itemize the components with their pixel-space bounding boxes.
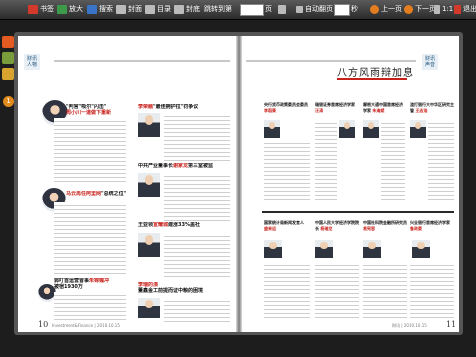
checkbox-icon bbox=[296, 6, 303, 13]
article-body bbox=[54, 292, 126, 322]
news-photo bbox=[138, 298, 160, 318]
page-jump-input[interactable] bbox=[240, 3, 264, 16]
quote-body bbox=[428, 120, 454, 202]
bookmark-button[interactable]: 书签 bbox=[28, 3, 54, 16]
news-photo bbox=[138, 113, 160, 137]
quote-source: 中国人民大学经济学院院长 杨瑞龙 bbox=[315, 220, 359, 231]
quote-source: 兴业银行首席经济学家 鲁政委 bbox=[410, 220, 450, 231]
headline-underline bbox=[337, 78, 407, 80]
expert-photo bbox=[412, 240, 430, 258]
quote-body bbox=[381, 120, 405, 202]
article-title: 中共产业董事长谢家龙第三室被监 bbox=[138, 163, 214, 169]
news-photo bbox=[138, 233, 160, 257]
page-footer: Investment&Finance | 2010.10.15 bbox=[52, 323, 120, 328]
cover-icon bbox=[116, 5, 126, 14]
expert-photo bbox=[315, 240, 333, 258]
article-body bbox=[164, 298, 230, 322]
article-title: "判官"吸尔"闪击" 周小川一道做下重新 bbox=[66, 104, 112, 116]
expert-photo bbox=[363, 240, 381, 258]
back-cover-button[interactable]: 封底 bbox=[174, 3, 200, 16]
back-cover-icon bbox=[174, 5, 184, 14]
page-number: 10 bbox=[38, 320, 49, 329]
actual-size-button[interactable]: 1:1 bbox=[434, 3, 453, 16]
search-button[interactable]: 搜索 bbox=[87, 3, 113, 16]
quote-body bbox=[264, 262, 310, 318]
article-body bbox=[54, 202, 126, 274]
page-number: 11 bbox=[446, 320, 457, 329]
toc-button[interactable]: 目录 bbox=[145, 3, 171, 16]
quote-source: 摩根大通中国首席经济学家 朱海斌 bbox=[363, 102, 403, 113]
article-body bbox=[54, 118, 126, 182]
toc-icon bbox=[145, 5, 155, 14]
zoom-in-icon bbox=[57, 5, 67, 14]
quote-body bbox=[315, 120, 337, 202]
quote-body bbox=[264, 140, 310, 202]
page-footer: 财讯 | 2010.10.15 bbox=[392, 323, 427, 328]
article-title: 王亚领宣耀城建涨33%盖社 bbox=[138, 222, 200, 228]
arrow-left-icon bbox=[370, 5, 379, 14]
left-page[interactable]: 财讯 人物 "判官"吸尔"闪击" 周小川一道做下重新 马云再任阿里网"总统之位" 郭… bbox=[18, 36, 236, 332]
section-headline: 八方风雨辩加息 bbox=[337, 68, 414, 79]
prev-page-button[interactable]: 上一页 bbox=[370, 3, 402, 16]
section-tag: 财讯 声音 bbox=[422, 54, 439, 70]
divider bbox=[262, 211, 454, 213]
divider bbox=[246, 60, 416, 62]
exit-icon bbox=[454, 5, 461, 14]
cover-button[interactable]: 封面 bbox=[116, 3, 142, 16]
article-body bbox=[164, 233, 230, 279]
go-button[interactable] bbox=[278, 3, 288, 16]
catalog-icon[interactable] bbox=[2, 52, 14, 64]
expert-photo bbox=[264, 240, 282, 258]
bookmark-icon bbox=[28, 5, 38, 14]
quote-source: 渣打银行大中华区研究主管 王志浩 bbox=[410, 102, 454, 113]
gift-icon[interactable] bbox=[2, 68, 14, 80]
article-body bbox=[164, 113, 230, 161]
page-unit-label: 页 bbox=[265, 5, 272, 13]
expert-photo bbox=[363, 120, 379, 138]
quote-body bbox=[410, 262, 454, 318]
right-page[interactable]: 八方风雨辩加息 财讯 声音 央行货币政策委员会委员 李稻葵 瑞银证券首席经济学家 … bbox=[242, 36, 459, 332]
article-title: 李瑞的漂 董鑫金工前提而证中粮的困境 bbox=[138, 282, 204, 294]
page-badge: 1 bbox=[3, 96, 14, 107]
expert-photo bbox=[264, 120, 280, 138]
article-title: 李荣融"最佳拥护拉"罚争议 bbox=[138, 104, 199, 110]
auto-flip-toggle[interactable]: 自动翻页 bbox=[296, 3, 333, 16]
zoom-in-button[interactable]: 放大 bbox=[57, 3, 83, 16]
divider bbox=[54, 60, 230, 62]
book-thumbnail-icon[interactable] bbox=[2, 36, 14, 48]
seconds-label: 秒 bbox=[351, 5, 358, 13]
article-body bbox=[164, 173, 230, 221]
expert-photo bbox=[339, 120, 355, 138]
ratio-icon bbox=[434, 5, 440, 14]
quote-body bbox=[363, 262, 407, 318]
next-page-button[interactable]: 下一页 bbox=[404, 3, 436, 16]
news-photo bbox=[138, 173, 160, 197]
quote-source: 央行货币政策委员会委员 李稻葵 bbox=[264, 102, 308, 113]
quote-source: 瑞银证券首席经济学家 汪涛 bbox=[315, 102, 355, 113]
quote-body bbox=[315, 262, 359, 318]
search-icon bbox=[87, 5, 97, 14]
reader-toolbar: 书签 放大 搜索 封面 目录 封底 跳转到第 页 自动翻页 秒 上一页 下一页 … bbox=[0, 0, 476, 20]
quote-source: 中国社科院金融所研究员 易宪容 bbox=[363, 220, 407, 231]
section-tag: 财讯 人物 bbox=[24, 54, 41, 70]
arrow-right-icon bbox=[404, 5, 413, 14]
go-icon bbox=[278, 5, 286, 14]
expert-photo bbox=[410, 120, 426, 138]
jump-label: 跳转到第 bbox=[204, 5, 232, 13]
quote-source: 国家统计局新闻发言人 盛来运 bbox=[264, 220, 304, 231]
article-title: 马云再任阿里网"总统之位" bbox=[66, 191, 127, 197]
article-title: 郭叮首运营冒事朱锦镯冲 被宿1930万 bbox=[54, 278, 110, 290]
seconds-input[interactable] bbox=[334, 3, 350, 16]
exit-button[interactable]: 退出 bbox=[454, 3, 476, 16]
